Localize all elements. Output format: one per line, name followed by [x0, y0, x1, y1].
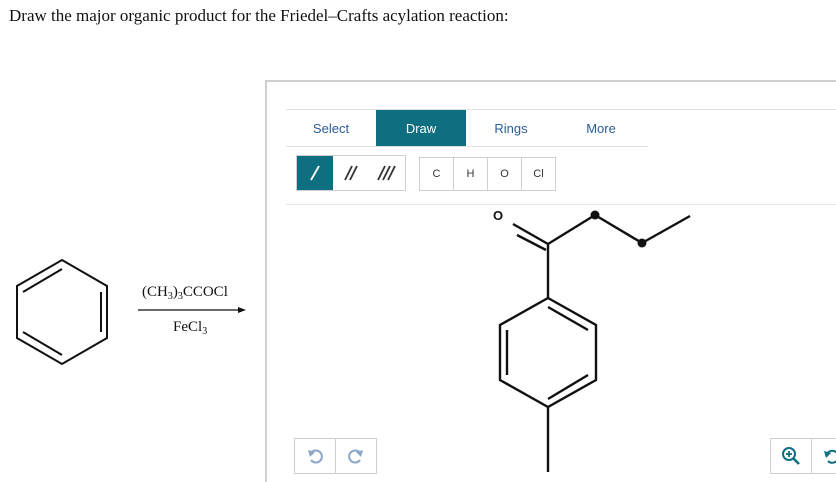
double-bond-button[interactable]	[333, 156, 369, 190]
question-text: Draw the major organic product for the F…	[9, 6, 509, 25]
tab-rings[interactable]: Rings	[466, 110, 556, 146]
single-bond-icon	[310, 165, 320, 181]
reaction-scheme	[16, 258, 246, 366]
redo-icon	[348, 449, 363, 464]
single-bond-button[interactable]	[297, 156, 333, 190]
double-bond-icon	[344, 165, 358, 181]
history-controls	[294, 438, 377, 474]
bond-tool-group	[296, 155, 406, 191]
atom-tool-group: C H O Cl	[419, 157, 556, 191]
tab-draw[interactable]: Draw	[376, 110, 466, 146]
acyl-chloride-reagent: (CH3)3CCOCl	[142, 284, 228, 302]
tab-divider	[648, 109, 836, 110]
atom-hydrogen-button[interactable]: H	[453, 157, 488, 191]
zoom-in-button[interactable]	[770, 438, 812, 474]
tab-select[interactable]: Select	[286, 110, 376, 146]
catalyst-reagent: FeCl3	[173, 319, 208, 337]
undo-button[interactable]	[294, 438, 336, 474]
atom-oxygen-button[interactable]: O	[487, 157, 522, 191]
view-controls	[770, 438, 836, 474]
carbonyl-oxygen-label: O	[493, 208, 504, 223]
atom-carbon-button[interactable]: C	[419, 157, 454, 191]
tab-more[interactable]: More	[556, 110, 646, 146]
triple-bond-icon	[377, 165, 396, 181]
reset-view-button[interactable]	[811, 438, 836, 474]
redo-button[interactable]	[335, 438, 377, 474]
tool-tabs: Select Draw Rings More	[286, 109, 648, 147]
zoom-in-icon	[782, 447, 800, 465]
triple-bond-button[interactable]	[369, 156, 405, 190]
reset-icon	[824, 449, 836, 464]
atom-chlorine-button[interactable]: Cl	[521, 157, 556, 191]
undo-icon	[308, 449, 323, 464]
benzene-reactant	[16, 258, 108, 366]
reaction-arrow	[138, 307, 246, 313]
